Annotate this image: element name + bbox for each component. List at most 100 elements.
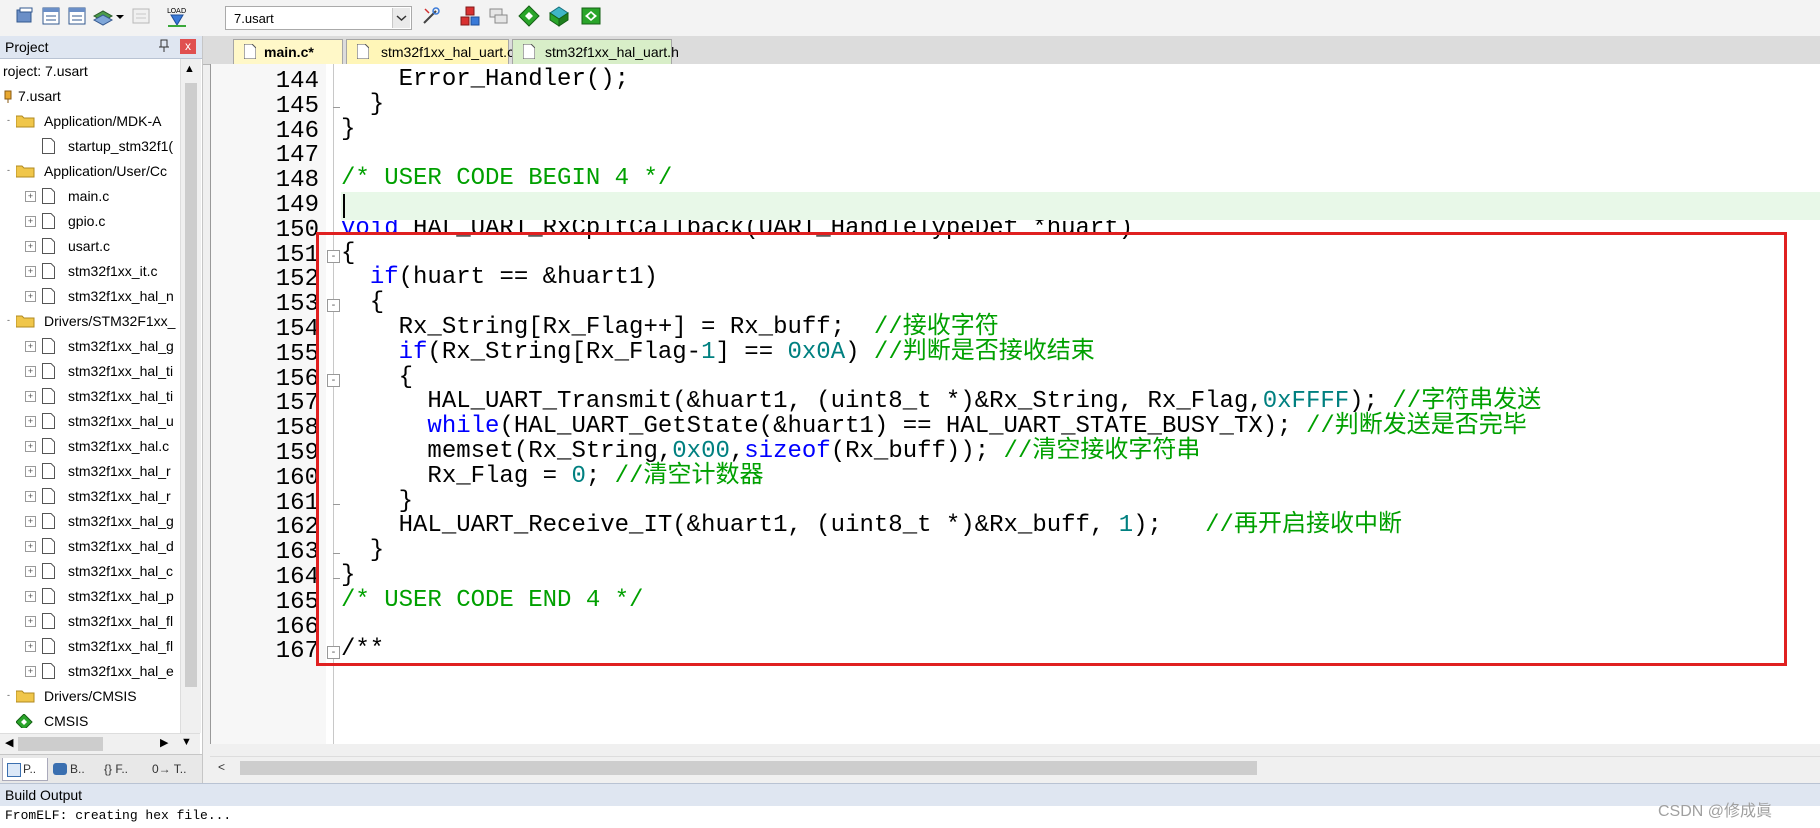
tree-item-label: stm32f1xx_hal_r [68,488,171,504]
project-tab-icon [7,763,21,777]
expand-icon[interactable]: + [25,291,36,302]
tab-templates[interactable]: 0→ T.. [150,758,200,780]
expand-icon[interactable]: + [25,616,36,627]
select-packs-icon[interactable] [518,5,540,27]
collapse-icon[interactable]: - [4,691,13,700]
svg-text:LOAD: LOAD [167,7,186,15]
expand-icon[interactable]: + [25,491,36,502]
file-icon [523,44,535,59]
scroll-left-arrow-icon[interactable]: ◀ [5,736,13,749]
tree-item-file[interactable]: + stm32f1xx_hal_fl [0,634,180,659]
close-panel-button[interactable]: x [180,39,196,54]
tab-books[interactable]: B.. [50,758,94,780]
scrollbar-thumb[interactable] [185,83,197,687]
tree-item-file[interactable]: + stm32f1xx_hal_g [0,334,180,359]
rebuild-icon[interactable] [66,5,88,27]
expand-icon[interactable]: + [25,391,36,402]
pin-icon[interactable] [158,39,170,56]
scrollbar-thumb[interactable] [240,761,1257,775]
target-select[interactable]: 7.usart [225,6,412,30]
chevron-down-icon[interactable] [392,8,410,28]
tree-item-component[interactable]: CMSIS [0,709,180,734]
scroll-right-arrow-icon[interactable]: ▶ [160,736,168,749]
project-tree-horizontal-scrollbar[interactable]: ◀ ▶ ▼ [0,733,200,754]
tree-item-file[interactable]: + stm32f1xx_hal_fl [0,609,180,634]
code-line[interactable]: } [341,116,355,144]
scroll-down-arrow-icon[interactable]: ▼ [181,736,192,748]
target-options-icon[interactable] [420,5,442,27]
tree-item-file[interactable]: + stm32f1xx_hal_n [0,284,180,309]
tree-item-root[interactable]: roject: 7.usart [0,59,180,84]
tree-item-file[interactable]: + main.c [0,184,180,209]
expand-icon[interactable]: + [25,266,36,277]
expand-icon[interactable]: + [25,216,36,227]
build-output-title: Build Output [5,787,83,803]
tree-item-file[interactable]: startup_stm32f1( [0,134,180,159]
tree-item-target[interactable]: 7.usart [0,84,180,109]
scroll-left-arrow-icon[interactable]: < [218,760,225,774]
tab-project[interactable]: P.. [2,758,48,781]
tab-stm32f1xx-hal-uart-c[interactable]: stm32f1xx_hal_uart.c [346,39,514,64]
line-number: 154 [275,316,319,343]
code-line[interactable]: Error_Handler(); [341,66,629,94]
tree-item-file[interactable]: + stm32f1xx_hal_g [0,509,180,534]
stop-build-icon[interactable] [130,5,152,27]
collapse-icon[interactable]: - [4,166,13,175]
tree-item-file[interactable]: + stm32f1xx_it.c [0,259,180,284]
tree-item-label: stm32f1xx_hal_e [68,663,174,679]
code-line[interactable]: } [341,91,384,119]
tree-item-file[interactable]: + stm32f1xx_hal_u [0,409,180,434]
manage-components-icon[interactable] [459,5,481,27]
tree-item-file[interactable]: + usart.c [0,234,180,259]
scrollbar-thumb[interactable] [18,737,103,751]
expand-icon[interactable]: + [25,541,36,552]
build-output-area[interactable]: FromELF: creating hex file... [0,806,1820,828]
download-icon[interactable]: LOAD [165,5,189,27]
code-line[interactable]: /* USER CODE BEGIN 4 */ [341,165,672,193]
expand-icon[interactable]: + [25,191,36,202]
tree-item-group[interactable]: - Application/User/Cc [0,159,180,184]
expand-icon[interactable]: + [25,366,36,377]
tab-main-c[interactable]: main.c* [233,39,343,64]
expand-icon[interactable]: + [25,516,36,527]
tree-item-file[interactable]: + stm32f1xx_hal_d [0,534,180,559]
expand-icon[interactable]: + [25,241,36,252]
tree-item-file[interactable]: + stm32f1xx_hal_p [0,584,180,609]
expand-icon[interactable]: + [25,466,36,477]
pack-installer-icon[interactable] [488,5,510,27]
batch-build-icon[interactable] [92,5,114,27]
translate-icon[interactable] [14,5,36,27]
expand-icon[interactable]: + [25,641,36,652]
tree-item-group[interactable]: - Drivers/STM32F1xx_ [0,309,180,334]
expand-icon[interactable]: + [25,591,36,602]
collapse-icon[interactable]: - [4,316,13,325]
file-icon [42,138,55,154]
run-time-env-icon[interactable] [548,5,570,27]
expand-icon[interactable]: + [25,566,36,577]
tab-stm32f1xx-hal-uart-h[interactable]: stm32f1xx_hal_uart.h [512,39,679,64]
tree-item-group[interactable]: - Application/MDK-A [0,109,180,134]
tree-item-label: stm32f1xx_hal_u [68,413,174,429]
tree-item-file[interactable]: + stm32f1xx_hal_r [0,484,180,509]
software-packs-icon[interactable] [580,5,602,27]
tree-item-file[interactable]: + stm32f1xx_hal_c [0,559,180,584]
collapse-icon[interactable]: - [4,116,13,125]
tree-item-label: stm32f1xx_hal_r [68,463,171,479]
expand-icon[interactable]: + [25,416,36,427]
batch-build-dropdown-icon[interactable] [114,5,126,27]
tree-item-group[interactable]: - Drivers/CMSIS [0,684,180,709]
editor-horizontal-scrollbar[interactable]: < [210,756,1820,779]
expand-icon[interactable]: + [25,441,36,452]
expand-icon[interactable]: + [25,666,36,677]
tree-item-file[interactable]: + stm32f1xx_hal_e [0,659,180,684]
expand-icon[interactable]: + [25,341,36,352]
scroll-up-arrow-icon[interactable]: ▲ [184,63,195,75]
build-icon[interactable] [40,5,62,27]
tab-functions[interactable]: {} F.. [100,758,144,780]
tree-item-file[interactable]: + stm32f1xx_hal_ti [0,359,180,384]
tree-item-file[interactable]: + stm32f1xx_hal_r [0,459,180,484]
tree-item-file[interactable]: + stm32f1xx_hal_ti [0,384,180,409]
tree-item-file[interactable]: + stm32f1xx_hal.c [0,434,180,459]
project-tree-vertical-scrollbar[interactable]: ▲ [180,59,201,733]
tree-item-file[interactable]: + gpio.c [0,209,180,234]
